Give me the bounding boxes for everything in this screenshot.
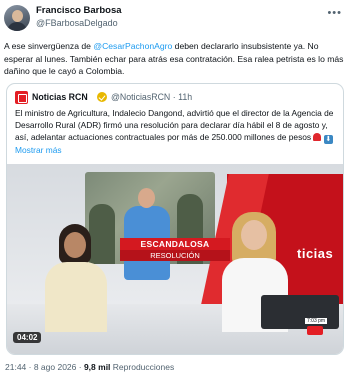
man-head xyxy=(138,188,155,208)
show-more-link[interactable]: Mostrar más xyxy=(15,145,62,155)
tweet-text: A ese sinvergüenza de @CesarPachonAgro d… xyxy=(4,40,344,78)
video-duration-badge: 04:02 xyxy=(13,332,42,343)
views-label: Reproducciones xyxy=(112,362,175,372)
post-time[interactable]: 21:44 xyxy=(5,362,26,372)
anchor-face xyxy=(64,232,86,258)
author-handle[interactable]: @FBarbosaDelgado xyxy=(36,18,118,28)
anchor-left xyxy=(45,224,107,332)
post-date[interactable]: 8 ago 2026 xyxy=(34,362,77,372)
anchor-coat xyxy=(45,262,107,332)
quoted-author-name[interactable]: Noticias RCN xyxy=(32,92,88,102)
quoted-text: El ministro de Agricultura, Indalecio Da… xyxy=(15,107,339,157)
channel-corner-logo xyxy=(307,326,323,335)
lower-third-line-1: ESCANDALOSA xyxy=(120,238,230,250)
quoted-age: 11h xyxy=(178,92,193,102)
author-avatar[interactable] xyxy=(4,5,30,31)
lower-third-caption: ESCANDALOSA RESOLUCIÓN xyxy=(120,238,230,262)
quoted-tweet-card[interactable]: Noticias RCN @NoticiasRCN · 11h El minis… xyxy=(6,83,344,355)
lower-third-line-2: RESOLUCIÓN xyxy=(120,250,230,261)
avatar-body xyxy=(7,22,27,31)
tweet: Francisco Barbosa @FBarbosaDelgado ••• A… xyxy=(0,0,350,377)
anchor-face xyxy=(241,220,267,250)
more-options-icon[interactable]: ••• xyxy=(327,7,342,19)
police-light-emoji xyxy=(313,133,322,142)
video-player[interactable]: ticias ESCANDALOSA RESOLUCIÓN 7:03 pm 04… xyxy=(7,164,343,354)
quoted-handle[interactable]: @NoticiasRCN xyxy=(111,92,170,102)
quoted-body: El ministro de Agricultura, Indalecio Da… xyxy=(15,108,334,143)
tweet-text-start: A ese sinvergüenza de xyxy=(4,41,94,51)
views-count: 9,8 mil xyxy=(83,362,111,372)
broadcast-clock: 7:03 pm xyxy=(305,318,328,324)
desk-laptop xyxy=(261,295,339,329)
noticias-rcn-logo[interactable] xyxy=(15,91,28,104)
author-name[interactable]: Francisco Barbosa xyxy=(36,5,122,16)
post-meta: 21:44 · 8 ago 2026 · 9,8 mil Reproduccio… xyxy=(5,362,175,372)
mention-link[interactable]: @CesarPachonAgro xyxy=(93,41,172,51)
channel-wall-text: ticias xyxy=(297,246,334,261)
quoted-meta: @NoticiasRCN · 11h xyxy=(111,92,193,102)
down-arrow-emoji: ⬇ xyxy=(323,135,333,145)
verified-gold-icon xyxy=(97,92,107,102)
avatar-face xyxy=(12,10,23,22)
